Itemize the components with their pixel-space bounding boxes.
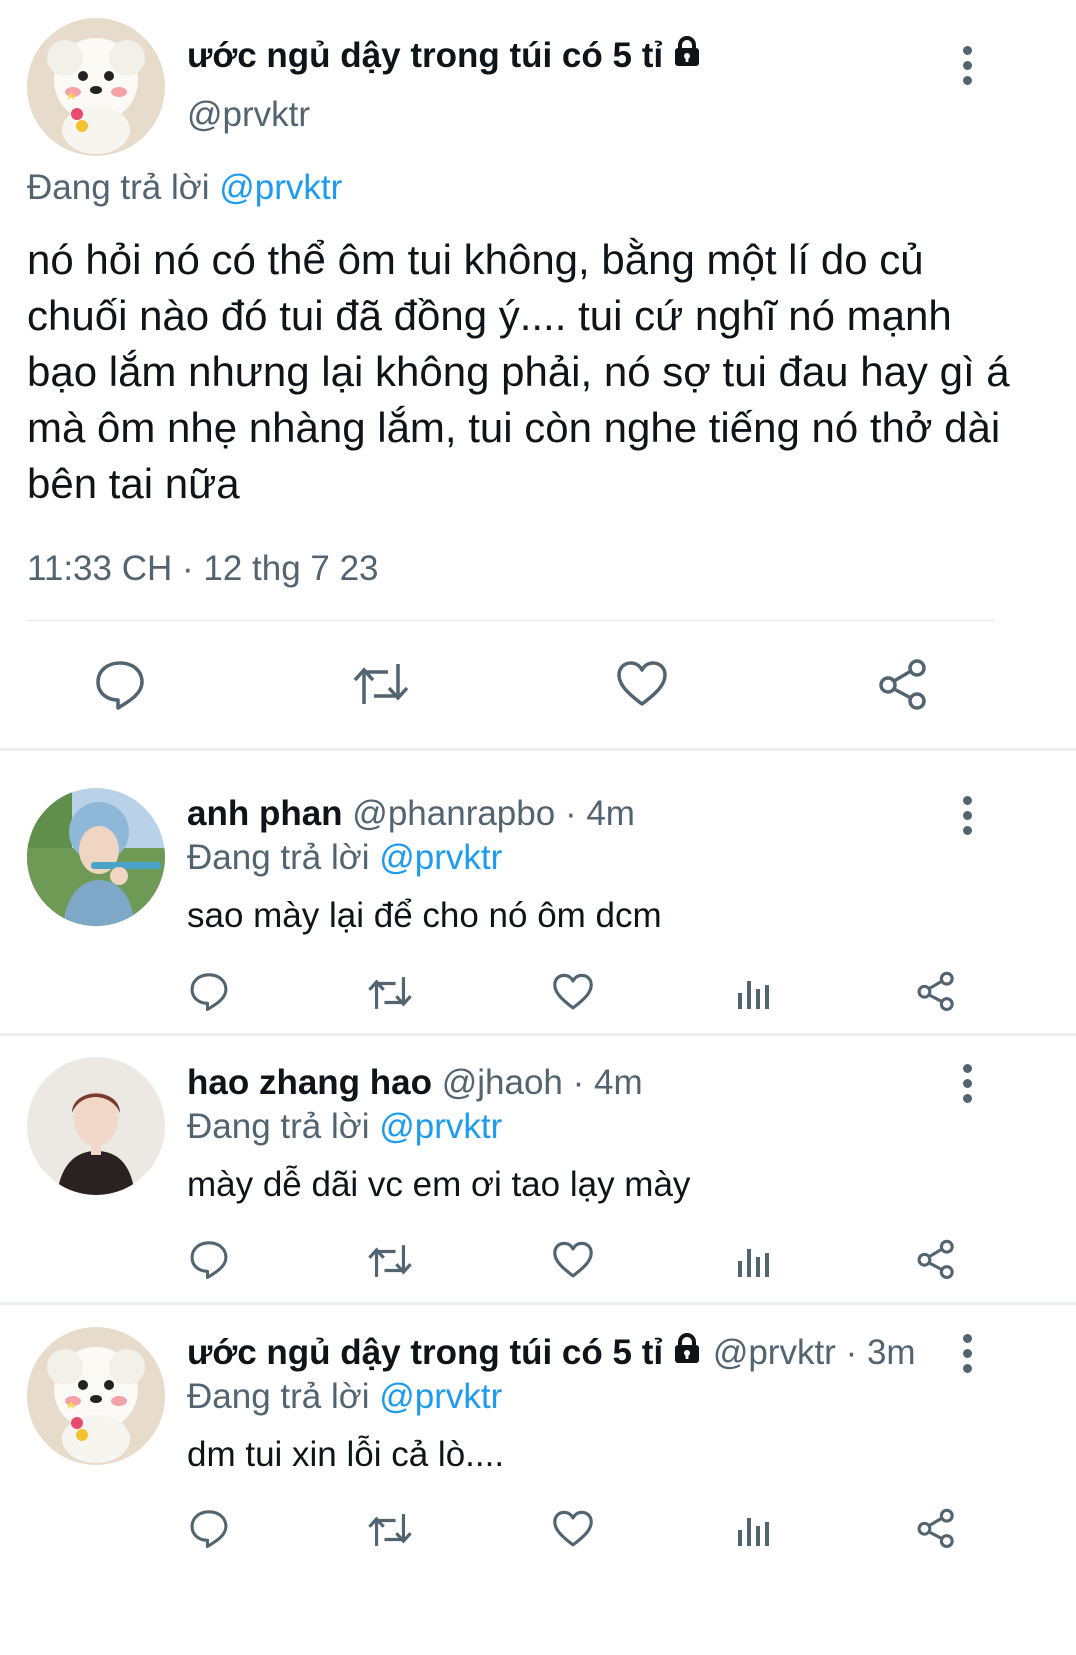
avatar[interactable] bbox=[27, 788, 165, 926]
reply-icon[interactable] bbox=[189, 1508, 229, 1548]
handle[interactable]: @jhaoh bbox=[442, 1063, 563, 1102]
like-icon[interactable] bbox=[552, 973, 594, 1011]
like-icon[interactable] bbox=[552, 1510, 594, 1548]
handle[interactable]: @prvktr bbox=[713, 1333, 836, 1372]
views-icon[interactable] bbox=[736, 1510, 772, 1548]
reply-prefix: Đang trả lời bbox=[27, 168, 210, 207]
more-icon[interactable] bbox=[961, 1334, 973, 1379]
share-icon[interactable] bbox=[877, 658, 929, 710]
retweet-icon[interactable] bbox=[352, 660, 410, 708]
views-icon[interactable] bbox=[736, 973, 772, 1011]
like-icon[interactable] bbox=[552, 1241, 594, 1279]
lock-icon bbox=[671, 35, 703, 77]
avatar[interactable] bbox=[27, 18, 165, 156]
reply-prefix: Đang trả lời bbox=[187, 1377, 370, 1416]
more-icon[interactable] bbox=[961, 1064, 973, 1109]
more-icon[interactable] bbox=[961, 46, 973, 91]
reply-time[interactable]: · 3m bbox=[846, 1333, 916, 1372]
reply-context: Đang trả lời @prvktr bbox=[27, 167, 342, 209]
reply-icon[interactable] bbox=[94, 658, 146, 710]
display-name[interactable]: hao zhang hao bbox=[187, 1063, 432, 1102]
reply-icon[interactable] bbox=[189, 971, 229, 1011]
reply-context: Đang trả lời @prvktr bbox=[187, 837, 502, 879]
reply-header: anh phan @phanrapbo · 4m bbox=[187, 793, 635, 835]
lock-icon bbox=[671, 1332, 703, 1374]
reply-text: dm tui xin lỗi cả lò.... bbox=[187, 1435, 505, 1474]
reply-time[interactable]: · 4m bbox=[565, 794, 635, 833]
reply-text: sao mày lại để cho nó ôm dcm bbox=[187, 896, 662, 935]
views-icon[interactable] bbox=[736, 1241, 772, 1279]
divider bbox=[0, 1302, 1076, 1305]
divider bbox=[0, 1033, 1076, 1036]
avatar[interactable] bbox=[27, 1327, 165, 1465]
avatar[interactable] bbox=[27, 1057, 165, 1195]
display-name[interactable]: ước ngủ dậy trong túi có 5 tỉ bbox=[187, 1333, 663, 1372]
reply-prefix: Đang trả lời bbox=[187, 1107, 370, 1146]
retweet-icon[interactable] bbox=[367, 974, 413, 1012]
divider bbox=[27, 620, 995, 621]
share-icon[interactable] bbox=[916, 971, 956, 1011]
reply-to-link[interactable]: @prvktr bbox=[379, 1107, 502, 1146]
reply-to-link[interactable]: @prvktr bbox=[219, 168, 342, 207]
tweet-text: nó hỏi nó có thể ôm tui không, bằng một … bbox=[27, 236, 1010, 507]
reply-prefix: Đang trả lời bbox=[187, 838, 370, 877]
handle[interactable]: @prvktr bbox=[187, 94, 310, 136]
retweet-icon[interactable] bbox=[367, 1511, 413, 1549]
retweet-icon[interactable] bbox=[367, 1242, 413, 1280]
reply-text: mày dễ dãi vc em ơi tao lạy mày bbox=[187, 1165, 691, 1204]
handle[interactable]: @phanrapbo bbox=[352, 794, 555, 833]
reply-icon[interactable] bbox=[189, 1239, 229, 1279]
share-icon[interactable] bbox=[916, 1508, 956, 1548]
divider bbox=[0, 748, 1076, 751]
reply-to-link[interactable]: @prvktr bbox=[379, 1377, 502, 1416]
display-name[interactable]: ước ngủ dậy trong túi có 5 tỉ bbox=[187, 35, 703, 77]
reply-header: hao zhang hao @jhaoh · 4m bbox=[187, 1062, 643, 1104]
reply-header: ước ngủ dậy trong túi có 5 tỉ @prvktr · … bbox=[187, 1332, 916, 1374]
display-name[interactable]: anh phan bbox=[187, 794, 343, 833]
reply-to-link[interactable]: @prvktr bbox=[379, 838, 502, 877]
more-icon[interactable] bbox=[961, 796, 973, 841]
share-icon[interactable] bbox=[916, 1239, 956, 1279]
reply-time[interactable]: · 4m bbox=[573, 1063, 643, 1102]
tweet-timestamp[interactable]: 11:33 CH · 12 thg 7 23 bbox=[27, 548, 379, 590]
reply-context: Đang trả lời @prvktr bbox=[187, 1106, 502, 1148]
reply-context: Đang trả lời @prvktr bbox=[187, 1376, 502, 1418]
display-name-text: ước ngủ dậy trong túi có 5 tỉ bbox=[187, 36, 664, 75]
like-icon[interactable] bbox=[616, 660, 668, 708]
